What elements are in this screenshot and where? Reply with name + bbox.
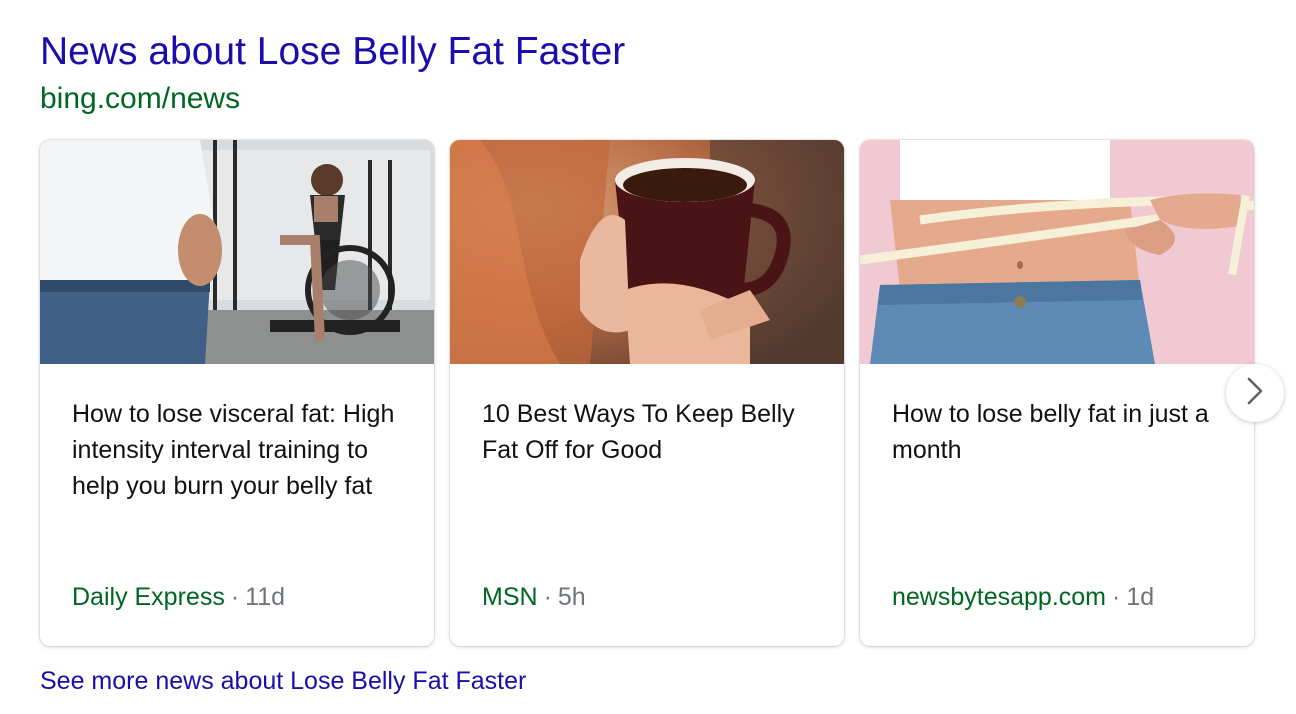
news-card-image [860, 140, 1254, 364]
news-card-headline: 10 Best Ways To Keep Belly Fat Off for G… [482, 400, 795, 464]
news-card-image [450, 140, 844, 364]
news-card[interactable]: How to lose visceral fat: High intensity… [40, 140, 434, 646]
news-card-source: MSN [482, 583, 538, 611]
news-card-headline: How to lose visceral fat: High intensity… [72, 400, 395, 500]
news-card-age: 11d [245, 583, 286, 611]
news-card[interactable]: How to lose belly fat in just a month ne… [860, 140, 1254, 646]
see-more-news-link[interactable]: See more news about Lose Belly Fat Faste… [40, 664, 526, 698]
news-card-age: 1d [1126, 583, 1155, 611]
news-card[interactable]: 10 Best Ways To Keep Belly Fat Off for G… [450, 140, 844, 646]
news-carousel-section: News about Lose Belly Fat Faster bing.co… [0, 0, 1296, 714]
meta-separator: · [1112, 583, 1121, 611]
news-card-meta: Daily Express · 11d [72, 580, 285, 614]
news-card-source: newsbytesapp.com [892, 583, 1107, 611]
news-card-source: Daily Express [72, 583, 225, 611]
chevron-right-icon [1244, 376, 1266, 411]
carousel-next-button[interactable] [1226, 364, 1284, 422]
news-card-meta: MSN · 5h [482, 580, 586, 614]
news-card-headline: How to lose belly fat in just a month [892, 400, 1209, 464]
meta-separator: · [230, 583, 240, 611]
news-section-url: bing.com/news [40, 82, 241, 115]
news-card-age: 5h [557, 583, 586, 611]
news-section-title[interactable]: News about Lose Belly Fat Faster [40, 28, 625, 76]
news-card-image [40, 140, 434, 364]
news-card-meta: newsbytesapp.com · 1d [892, 580, 1154, 614]
meta-separator: · [543, 583, 552, 611]
news-carousel: How to lose visceral fat: High intensity… [40, 140, 1256, 648]
